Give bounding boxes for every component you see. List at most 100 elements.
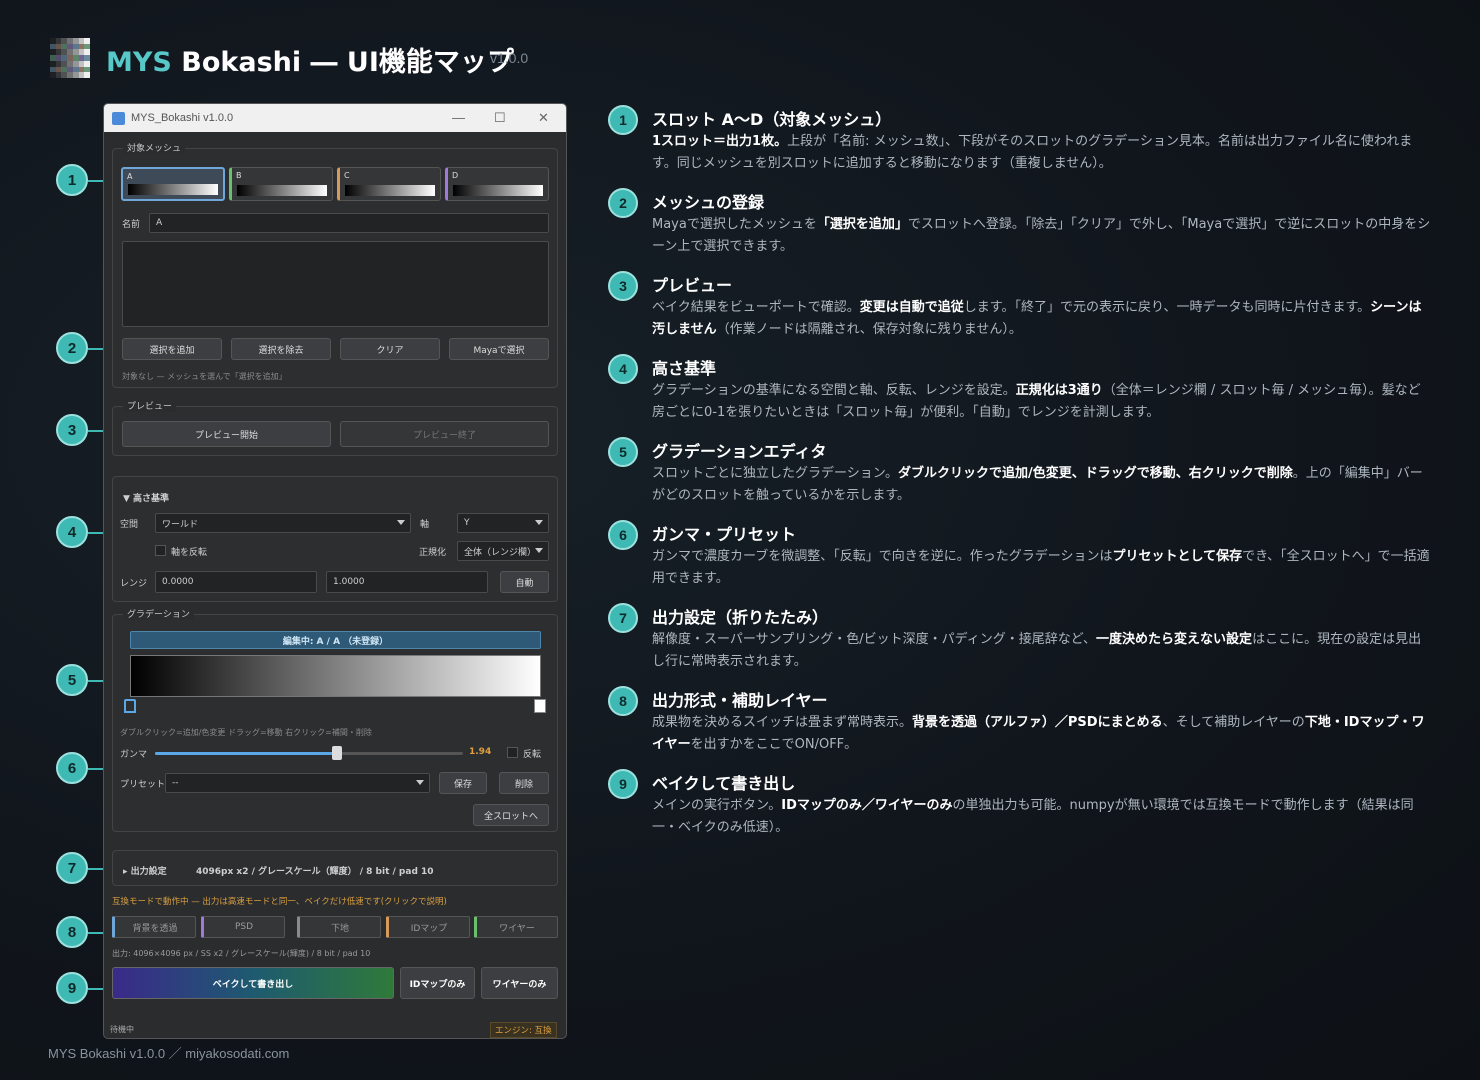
clear-button[interactable]: クリア xyxy=(340,338,440,360)
target-hint: 対象なし — メッシュを選んで「選択を追加」 xyxy=(122,372,287,381)
target-mesh-group: 対象メッシュ A B C D 名前 A 選択を追加 選択を除去 クリア Maya… xyxy=(112,141,558,388)
slot-b[interactable]: B xyxy=(229,167,333,201)
preview-group: プレビュー プレビュー開始 プレビュー終了 xyxy=(112,399,558,456)
preview-start-button[interactable]: プレビュー開始 xyxy=(122,421,331,447)
app-icon xyxy=(112,111,125,125)
gradient-ramp[interactable] xyxy=(130,655,541,697)
invert-axis-checkbox[interactable] xyxy=(155,545,166,556)
idmap-only-button[interactable]: IDマップのみ xyxy=(400,967,475,999)
slot-gradient-swatch xyxy=(453,185,543,196)
gradient-invert-label: 反転 xyxy=(523,750,542,760)
app-logo-icon xyxy=(50,38,90,78)
callout-line xyxy=(88,680,103,682)
close-icon[interactable]: ✕ xyxy=(538,110,549,126)
emphasis-text: 1スロット＝出力1枚。 xyxy=(652,134,788,149)
preset-label: プリセット xyxy=(120,780,166,790)
slot-gradient-swatch xyxy=(237,185,327,196)
body-text: を出すかをここでON/OFF。 xyxy=(690,736,858,752)
group-title: グラデーション xyxy=(123,607,194,620)
emphasis-text: 一度決めたら変えない設定 xyxy=(1096,632,1253,647)
window-titlebar[interactable]: MYS_Bokashi v1.0.0 — ☐ ✕ xyxy=(104,104,566,132)
add-selection-button[interactable]: 選択を追加 xyxy=(122,338,222,360)
axis-dropdown[interactable]: Y xyxy=(457,513,549,533)
section-number: 5 xyxy=(608,437,638,467)
select-in-maya-button[interactable]: Mayaで選択 xyxy=(449,338,549,360)
callout-line xyxy=(88,532,103,534)
bake-export-button[interactable]: ベイクして書き出し xyxy=(112,967,394,999)
gamma-slider-handle[interactable] xyxy=(331,746,342,760)
section-description: ベイク結果をビューポートで確認。変更は自動で追従します。「終了」で元の表示に戻り… xyxy=(652,297,1432,340)
section-title: スロット A〜D（対象メッシュ） xyxy=(652,110,892,129)
gradient-invert-checkbox[interactable] xyxy=(507,747,518,758)
range-min-field[interactable]: 0.0000 xyxy=(155,571,317,593)
preset-save-button[interactable]: 保存 xyxy=(439,772,487,794)
callout-line xyxy=(88,768,103,770)
callout-5: 5 xyxy=(56,664,88,696)
base-layer-toggle[interactable]: 下地 xyxy=(297,916,381,938)
section-number: 4 xyxy=(608,354,638,384)
psd-toggle[interactable]: PSD xyxy=(201,916,285,938)
emphasis-text: 変更は自動で追従 xyxy=(859,300,964,315)
gradient-stop-black[interactable] xyxy=(124,699,136,713)
slot-label: A xyxy=(127,172,133,181)
editing-bar: 編集中: A / A （未登録） xyxy=(130,631,541,649)
preset-dropdown[interactable]: -- xyxy=(165,773,430,793)
remove-selection-button[interactable]: 選択を除去 xyxy=(231,338,331,360)
logo-cell xyxy=(84,72,90,78)
maximize-icon[interactable]: ☐ xyxy=(494,110,506,126)
callout-line xyxy=(88,932,103,934)
slot-c[interactable]: C xyxy=(337,167,441,201)
section-description: Mayaで選択したメッシュを「選択を追加」でスロットへ登録。「除去」「クリア」で… xyxy=(652,214,1432,257)
wire-toggle[interactable]: ワイヤー xyxy=(474,916,558,938)
wire-only-button[interactable]: ワイヤーのみ xyxy=(481,967,558,999)
callout-line xyxy=(88,348,103,350)
preset-delete-button[interactable]: 削除 xyxy=(499,772,549,794)
gamma-value: 1.94 xyxy=(469,747,492,757)
body-text: （作業ノードは隔離され、保存対象に残りません）。 xyxy=(716,321,1022,337)
space-value: ワールド xyxy=(162,519,199,530)
apply-all-slots-button[interactable]: 全スロットへ xyxy=(473,804,549,826)
name-field[interactable]: A xyxy=(149,213,549,233)
section-number: 6 xyxy=(608,520,638,550)
height-reference-group: ▼ 高さ基準 空間 ワールド 軸 Y 軸を反転 正規化 全体（レンジ欄） レンジ… xyxy=(112,476,558,602)
output-settings-group[interactable]: ▸ 出力設定 4096px x2 / グレースケール（輝度） / 8 bit /… xyxy=(112,850,558,886)
gradient-group: グラデーション 編集中: A / A （未登録） ダブルクリック=追加/色変更 … xyxy=(112,607,558,832)
section-description: スロットごとに独立したグラデーション。ダブルクリックで追加/色変更、ドラッグで移… xyxy=(652,463,1432,506)
callout-1: 1 xyxy=(56,164,88,196)
compat-mode-notice[interactable]: 互換モードで動作中 — 出力は高速モードと同一、ベイクだけ低速です(クリックで説… xyxy=(112,895,447,907)
output-info: 出力: 4096×4096 px / SS x2 / グレースケール(輝度) /… xyxy=(112,949,371,958)
range-max-field[interactable]: 1.0000 xyxy=(326,571,488,593)
space-dropdown[interactable]: ワールド xyxy=(155,513,411,533)
slot-label: D xyxy=(452,171,459,180)
gamma-slider[interactable] xyxy=(155,746,463,760)
version-label: v1.0.0 xyxy=(490,50,529,66)
minimize-icon[interactable]: — xyxy=(452,110,465,125)
idmap-toggle[interactable]: IDマップ xyxy=(386,916,470,938)
section-title: プレビュー xyxy=(652,276,733,295)
body-text: グラデーションの基準になる空間と軸、反転、レンジを設定。 xyxy=(652,383,1016,398)
footer-credit: MYS Bokashi v1.0.0 ／ miyakosodati.com xyxy=(48,1046,290,1061)
gamma-slider-fill xyxy=(155,752,337,755)
slot-a[interactable]: A xyxy=(121,167,225,201)
slot-gradient-swatch xyxy=(345,185,435,196)
output-settings-toggle[interactable]: ▸ 出力設定 xyxy=(123,864,167,877)
callout-7: 7 xyxy=(56,852,88,884)
body-text: スロットごとに独立したグラデーション。 xyxy=(652,466,898,481)
preview-end-button[interactable]: プレビュー終了 xyxy=(340,421,549,447)
slot-row: A B C D xyxy=(121,167,551,201)
section-number: 8 xyxy=(608,686,638,716)
normalize-dropdown[interactable]: 全体（レンジ欄） xyxy=(457,541,549,561)
gradient-stop-white[interactable] xyxy=(534,699,546,713)
body-text: します。「終了」で元の表示に戻り、一時データも同時に片付きます。 xyxy=(963,300,1371,315)
app-window: MYS_Bokashi v1.0.0 — ☐ ✕ 対象メッシュ A B C D … xyxy=(103,103,567,1039)
callout-9: 9 xyxy=(56,972,88,1004)
height-section-toggle[interactable]: ▼ 高さ基準 xyxy=(123,491,169,504)
emphasis-text: 正規化は3通り xyxy=(1015,383,1103,398)
mesh-list[interactable] xyxy=(122,241,549,327)
emphasis-text: ダブルクリックで追加/色変更、ドラッグで移動、右クリックで削除 xyxy=(897,466,1293,481)
auto-range-button[interactable]: 自動 xyxy=(500,571,549,593)
engine-badge: エンジン: 互換 xyxy=(490,1022,557,1038)
emphasis-text: IDマップのみ／ワイヤーのみ xyxy=(781,798,953,813)
transparent-bg-toggle[interactable]: 背景を透過 xyxy=(112,916,196,938)
slot-d[interactable]: D xyxy=(445,167,549,201)
